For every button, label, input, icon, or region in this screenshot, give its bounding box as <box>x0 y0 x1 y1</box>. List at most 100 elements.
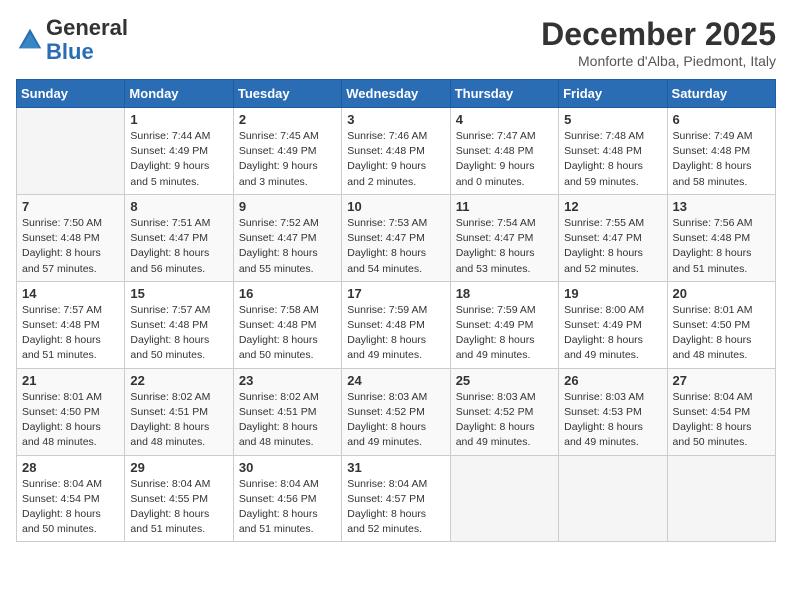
calendar-cell: 4Sunrise: 7:47 AM Sunset: 4:48 PM Daylig… <box>450 108 558 195</box>
day-number: 15 <box>130 286 227 301</box>
header-saturday: Saturday <box>667 80 775 108</box>
day-number: 10 <box>347 199 444 214</box>
day-number: 1 <box>130 112 227 127</box>
day-info: Sunrise: 8:00 AM Sunset: 4:49 PM Dayligh… <box>564 303 661 364</box>
day-info: Sunrise: 7:44 AM Sunset: 4:49 PM Dayligh… <box>130 129 227 190</box>
day-number: 5 <box>564 112 661 127</box>
calendar-cell <box>667 455 775 542</box>
day-number: 3 <box>347 112 444 127</box>
day-info: Sunrise: 8:04 AM Sunset: 4:54 PM Dayligh… <box>673 390 770 451</box>
day-number: 6 <box>673 112 770 127</box>
day-info: Sunrise: 8:01 AM Sunset: 4:50 PM Dayligh… <box>22 390 119 451</box>
day-info: Sunrise: 8:04 AM Sunset: 4:57 PM Dayligh… <box>347 477 444 538</box>
day-info: Sunrise: 8:03 AM Sunset: 4:52 PM Dayligh… <box>347 390 444 451</box>
day-info: Sunrise: 7:57 AM Sunset: 4:48 PM Dayligh… <box>130 303 227 364</box>
calendar-cell: 18 Sunrise: 7:59 AM Sunset: 4:49 PM Dayli… <box>450 281 558 368</box>
days-of-week-row: SundayMondayTuesdayWednesdayThursdayFrid… <box>17 80 776 108</box>
day-info: Sunrise: 8:03 AM Sunset: 4:53 PM Dayligh… <box>564 390 661 451</box>
day-number: 7 <box>22 199 119 214</box>
day-number: 9 <box>239 199 336 214</box>
calendar-cell: 3 Sunrise: 7:46 AM Sunset: 4:48 PM Daylig… <box>342 108 450 195</box>
calendar-cell: 30 Sunrise: 8:04 AM Sunset: 4:56 PM Dayli… <box>233 455 341 542</box>
calendar-cell: 13 Sunrise: 7:56 AM Sunset: 4:48 PM Dayli… <box>667 194 775 281</box>
day-number: 28 <box>22 460 119 475</box>
day-info: Sunrise: 7:54 AM Sunset: 4:47 PM Dayligh… <box>456 216 553 277</box>
week-row-5: 28Sunrise: 8:04 AM Sunset: 4:54 PM Dayli… <box>17 455 776 542</box>
calendar-cell: 16Sunrise: 7:58 AM Sunset: 4:48 PM Dayli… <box>233 281 341 368</box>
title-block: December 2025 Monforte d'Alba, Piedmont,… <box>541 16 776 69</box>
header-friday: Friday <box>559 80 667 108</box>
header-sunday: Sunday <box>17 80 125 108</box>
day-info: Sunrise: 8:03 AM Sunset: 4:52 PM Dayligh… <box>456 390 553 451</box>
day-number: 23 <box>239 373 336 388</box>
calendar-cell: 17 Sunrise: 7:59 AM Sunset: 4:48 PM Dayli… <box>342 281 450 368</box>
calendar-cell: 28Sunrise: 8:04 AM Sunset: 4:54 PM Dayli… <box>17 455 125 542</box>
day-number: 25 <box>456 373 553 388</box>
calendar-cell <box>450 455 558 542</box>
day-info: Sunrise: 8:04 AM Sunset: 4:56 PM Dayligh… <box>239 477 336 538</box>
day-info: Sunrise: 7:59 AM Sunset: 4:49 PM Dayligh… <box>456 303 553 364</box>
logo-general-text: General <box>46 15 128 40</box>
header-tuesday: Tuesday <box>233 80 341 108</box>
day-info: Sunrise: 7:58 AM Sunset: 4:48 PM Dayligh… <box>239 303 336 364</box>
calendar-cell <box>559 455 667 542</box>
calendar-cell: 6 Sunrise: 7:49 AM Sunset: 4:48 PM Daylig… <box>667 108 775 195</box>
day-info: Sunrise: 7:59 AM Sunset: 4:48 PM Dayligh… <box>347 303 444 364</box>
header-thursday: Thursday <box>450 80 558 108</box>
calendar-cell <box>17 108 125 195</box>
calendar-cell: 31 Sunrise: 8:04 AM Sunset: 4:57 PM Dayli… <box>342 455 450 542</box>
calendar-body: 1 Sunrise: 7:44 AM Sunset: 4:49 PM Daylig… <box>17 108 776 542</box>
day-info: Sunrise: 7:52 AM Sunset: 4:47 PM Dayligh… <box>239 216 336 277</box>
day-number: 21 <box>22 373 119 388</box>
calendar-cell: 23 Sunrise: 8:02 AM Sunset: 4:51 PM Dayli… <box>233 368 341 455</box>
month-title: December 2025 <box>541 16 776 53</box>
day-info: Sunrise: 8:01 AM Sunset: 4:50 PM Dayligh… <box>673 303 770 364</box>
calendar-cell: 29 Sunrise: 8:04 AM Sunset: 4:55 PM Dayli… <box>125 455 233 542</box>
day-info: Sunrise: 7:55 AM Sunset: 4:47 PM Dayligh… <box>564 216 661 277</box>
day-number: 18 <box>456 286 553 301</box>
calendar-cell: 27Sunrise: 8:04 AM Sunset: 4:54 PM Dayli… <box>667 368 775 455</box>
day-number: 22 <box>130 373 227 388</box>
day-info: Sunrise: 8:04 AM Sunset: 4:55 PM Dayligh… <box>130 477 227 538</box>
day-info: Sunrise: 7:46 AM Sunset: 4:48 PM Dayligh… <box>347 129 444 190</box>
day-number: 19 <box>564 286 661 301</box>
week-row-4: 21 Sunrise: 8:01 AM Sunset: 4:50 PM Dayli… <box>17 368 776 455</box>
day-info: Sunrise: 7:47 AM Sunset: 4:48 PM Dayligh… <box>456 129 553 190</box>
calendar-cell: 25 Sunrise: 8:03 AM Sunset: 4:52 PM Dayli… <box>450 368 558 455</box>
calendar-cell: 14 Sunrise: 7:57 AM Sunset: 4:48 PM Dayli… <box>17 281 125 368</box>
day-info: Sunrise: 7:51 AM Sunset: 4:47 PM Dayligh… <box>130 216 227 277</box>
day-info: Sunrise: 7:53 AM Sunset: 4:47 PM Dayligh… <box>347 216 444 277</box>
day-number: 8 <box>130 199 227 214</box>
day-info: Sunrise: 7:57 AM Sunset: 4:48 PM Dayligh… <box>22 303 119 364</box>
day-info: Sunrise: 7:56 AM Sunset: 4:48 PM Dayligh… <box>673 216 770 277</box>
day-info: Sunrise: 7:45 AM Sunset: 4:49 PM Dayligh… <box>239 129 336 190</box>
calendar-cell: 26 Sunrise: 8:03 AM Sunset: 4:53 PM Dayli… <box>559 368 667 455</box>
day-number: 14 <box>22 286 119 301</box>
day-number: 20 <box>673 286 770 301</box>
logo-blue-text: Blue <box>46 39 94 64</box>
day-number: 29 <box>130 460 227 475</box>
calendar-cell: 9 Sunrise: 7:52 AM Sunset: 4:47 PM Daylig… <box>233 194 341 281</box>
day-info: Sunrise: 7:49 AM Sunset: 4:48 PM Dayligh… <box>673 129 770 190</box>
day-number: 26 <box>564 373 661 388</box>
calendar-cell: 21 Sunrise: 8:01 AM Sunset: 4:50 PM Dayli… <box>17 368 125 455</box>
page-header: General Blue December 2025 Monforte d'Al… <box>16 16 776 69</box>
logo-icon <box>16 26 44 54</box>
header-wednesday: Wednesday <box>342 80 450 108</box>
day-info: Sunrise: 7:48 AM Sunset: 4:48 PM Dayligh… <box>564 129 661 190</box>
logo: General Blue <box>16 16 128 64</box>
location-subtitle: Monforte d'Alba, Piedmont, Italy <box>541 53 776 69</box>
calendar-cell: 12 Sunrise: 7:55 AM Sunset: 4:47 PM Dayli… <box>559 194 667 281</box>
day-number: 30 <box>239 460 336 475</box>
week-row-3: 14 Sunrise: 7:57 AM Sunset: 4:48 PM Dayli… <box>17 281 776 368</box>
day-number: 17 <box>347 286 444 301</box>
calendar-cell: 15 Sunrise: 7:57 AM Sunset: 4:48 PM Dayli… <box>125 281 233 368</box>
calendar-cell: 8 Sunrise: 7:51 AM Sunset: 4:47 PM Daylig… <box>125 194 233 281</box>
day-number: 13 <box>673 199 770 214</box>
day-info: Sunrise: 8:02 AM Sunset: 4:51 PM Dayligh… <box>239 390 336 451</box>
week-row-2: 7Sunrise: 7:50 AM Sunset: 4:48 PM Daylig… <box>17 194 776 281</box>
calendar-header: SundayMondayTuesdayWednesdayThursdayFrid… <box>17 80 776 108</box>
header-monday: Monday <box>125 80 233 108</box>
day-number: 12 <box>564 199 661 214</box>
day-number: 31 <box>347 460 444 475</box>
